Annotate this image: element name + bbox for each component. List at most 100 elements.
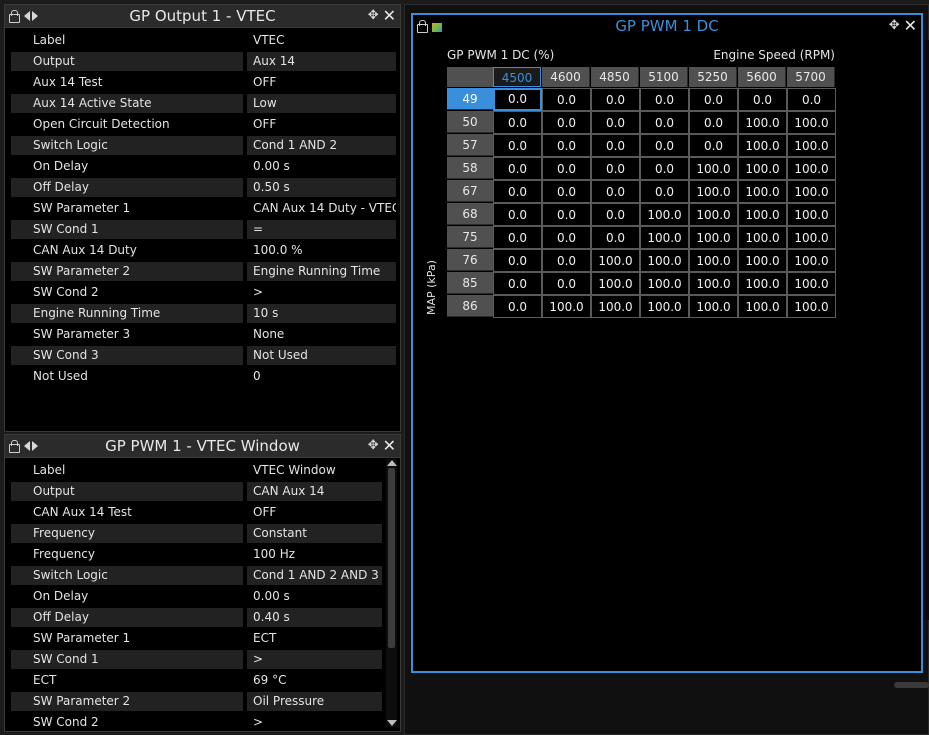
table-cell[interactable]: 0.0	[787, 88, 836, 111]
rpm-header[interactable]: 5600	[738, 67, 786, 87]
table-cell[interactable]: 0.0	[542, 157, 591, 180]
table-cell[interactable]: 0.0	[591, 157, 640, 180]
scroll-up-icon[interactable]	[387, 460, 397, 466]
table-cell[interactable]: 100.0	[542, 295, 591, 318]
move-icon[interactable]: ✥	[368, 438, 379, 454]
parameter-value[interactable]: OFF	[247, 73, 396, 92]
parameter-value[interactable]: CAN Aux 14 Duty - VTEC W	[247, 199, 396, 218]
table-cell[interactable]: 100.0	[640, 295, 689, 318]
table-cell[interactable]: 100.0	[689, 203, 738, 226]
rpm-header[interactable]: 5100	[640, 67, 688, 87]
table-cell[interactable]: 100.0	[591, 249, 640, 272]
parameter-value[interactable]: =	[247, 220, 396, 239]
map-header[interactable]: 86	[447, 295, 493, 317]
parameter-value[interactable]: Cond 1 AND 2 AND 3	[247, 566, 382, 585]
table-cell[interactable]: 100.0	[738, 157, 787, 180]
table-cell[interactable]: 100.0	[738, 203, 787, 226]
table-cell[interactable]: 0.0	[591, 203, 640, 226]
table-cell[interactable]: 100.0	[591, 295, 640, 318]
table-cell[interactable]: 100.0	[738, 111, 787, 134]
table-cell[interactable]: 0.0	[542, 249, 591, 272]
table-cell[interactable]: 0.0	[591, 180, 640, 203]
rpm-header[interactable]: 5250	[689, 67, 737, 87]
table-cell[interactable]: 0.0	[493, 249, 542, 272]
parameter-value[interactable]: VTEC	[247, 31, 396, 50]
table-cell[interactable]: 100.0	[738, 134, 787, 157]
table-cell[interactable]: 0.0	[640, 134, 689, 157]
table-cell[interactable]: 100.0	[689, 180, 738, 203]
table-cell[interactable]: 0.0	[640, 180, 689, 203]
parameter-value[interactable]: 100.0 %	[247, 241, 396, 260]
close-icon[interactable]: ✕	[383, 438, 396, 454]
table-cell[interactable]: 0.0	[493, 226, 542, 249]
table-cell[interactable]: 100.0	[787, 249, 836, 272]
pwm-scrollbar[interactable]	[386, 459, 397, 727]
parameter-value[interactable]: 0.00 s	[247, 157, 396, 176]
table-cell[interactable]: 0.0	[591, 226, 640, 249]
table-cell[interactable]: 0.0	[542, 111, 591, 134]
table-cell[interactable]: 0.0	[493, 272, 542, 295]
table-cell[interactable]: 100.0	[689, 295, 738, 318]
parameter-value[interactable]: OFF	[247, 503, 382, 522]
table-cell[interactable]: 100.0	[787, 203, 836, 226]
parameter-value[interactable]: 0.50 s	[247, 178, 396, 197]
table-cell[interactable]: 0.0	[493, 203, 542, 226]
parameter-value[interactable]: 0.40 s	[247, 608, 382, 627]
parameter-value[interactable]: 0	[247, 367, 396, 386]
table-cell[interactable]: 0.0	[591, 134, 640, 157]
table-cell[interactable]: 100.0	[689, 157, 738, 180]
parameter-value[interactable]: ECT	[247, 629, 382, 648]
move-icon[interactable]: ✥	[368, 8, 379, 24]
parameter-value[interactable]: None	[247, 325, 396, 344]
table-cell[interactable]: 100.0	[738, 249, 787, 272]
close-icon[interactable]: ✕	[383, 8, 396, 24]
table-cell[interactable]: 100.0	[738, 272, 787, 295]
table-cell[interactable]: 100.0	[689, 226, 738, 249]
table-cell[interactable]: 100.0	[787, 134, 836, 157]
table-cell[interactable]: 100.0	[787, 111, 836, 134]
parameter-value[interactable]: 69 °C	[247, 671, 382, 690]
parameter-value[interactable]: Engine Running Time	[247, 262, 396, 281]
map-header[interactable]: 75	[447, 226, 493, 248]
table-cell[interactable]: 0.0	[542, 180, 591, 203]
rpm-header[interactable]: 4850	[591, 67, 639, 87]
table-cell[interactable]: 0.0	[493, 88, 542, 111]
parameter-value[interactable]: Aux 14	[247, 52, 396, 71]
table-cell[interactable]: 0.0	[493, 157, 542, 180]
parameter-value[interactable]: Not Used	[247, 346, 396, 365]
table-cell[interactable]: 100.0	[738, 226, 787, 249]
table-cell[interactable]: 100.0	[640, 203, 689, 226]
scroll-down-icon[interactable]	[387, 720, 397, 726]
parameter-value[interactable]: 10 s	[247, 304, 396, 323]
table-cell[interactable]: 100.0	[738, 295, 787, 318]
parameter-value[interactable]: >	[247, 713, 382, 731]
map-header[interactable]: 57	[447, 134, 493, 156]
table-cell[interactable]: 0.0	[542, 134, 591, 157]
close-icon[interactable]: ✕	[904, 18, 917, 34]
map-header[interactable]: 68	[447, 203, 493, 225]
table-cell[interactable]: 0.0	[689, 111, 738, 134]
table-cell[interactable]: 100.0	[738, 180, 787, 203]
table-cell[interactable]: 0.0	[493, 111, 542, 134]
table-cell[interactable]: 0.0	[542, 203, 591, 226]
table-cell[interactable]: 0.0	[689, 134, 738, 157]
parameter-value[interactable]: OFF	[247, 115, 396, 134]
table-cell[interactable]: 0.0	[738, 88, 787, 111]
parameter-value[interactable]: VTEC Window	[247, 461, 382, 480]
table-cell[interactable]: 100.0	[640, 249, 689, 272]
table-cell[interactable]: 0.0	[542, 272, 591, 295]
table-titlebar[interactable]: GP PWM 1 DC ✥ ✕	[413, 15, 921, 37]
parameter-value[interactable]: 0.00 s	[247, 587, 382, 606]
table-cell[interactable]: 100.0	[787, 180, 836, 203]
table-cell[interactable]: 100.0	[689, 249, 738, 272]
table-cell[interactable]: 100.0	[787, 295, 836, 318]
rpm-header[interactable]: 5700	[787, 67, 835, 87]
table-cell[interactable]: 0.0	[689, 88, 738, 111]
table-cell[interactable]: 0.0	[591, 111, 640, 134]
output-titlebar[interactable]: GP Output 1 - VTEC ✥ ✕	[5, 5, 400, 28]
parameter-value[interactable]: CAN Aux 14	[247, 482, 382, 501]
map-header[interactable]: 50	[447, 111, 493, 133]
map-header[interactable]: 49	[447, 88, 493, 110]
parameter-value[interactable]: >	[247, 650, 382, 669]
table-cell[interactable]: 100.0	[787, 272, 836, 295]
